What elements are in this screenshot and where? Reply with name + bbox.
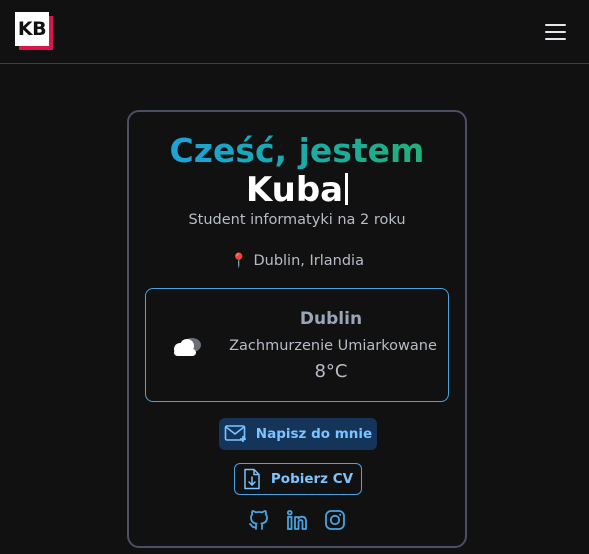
- subtitle: Student informatyki na 2 roku: [188, 212, 406, 228]
- hamburger-menu-icon[interactable]: [544, 22, 568, 42]
- instagram-icon[interactable]: [323, 508, 347, 532]
- name-heading: Kuba: [129, 170, 465, 210]
- cloud-icon: [174, 338, 201, 356]
- github-icon[interactable]: [247, 508, 271, 532]
- file-download-icon: [244, 468, 260, 490]
- name: Kuba: [245, 170, 344, 210]
- logo[interactable]: KB: [15, 12, 53, 50]
- location: 📍 Dublin, Irlandia: [129, 253, 465, 269]
- pin-icon: 📍: [230, 253, 248, 269]
- download-cv-button[interactable]: Pobierz CV: [234, 463, 362, 495]
- mail-plus-icon: [224, 425, 246, 442]
- weather-description: Zachmurzenie Umiarkowane: [229, 338, 437, 354]
- weather-temperature: 8°C: [314, 361, 348, 382]
- linkedin-icon[interactable]: [285, 508, 309, 532]
- greeting: Cześć, jestem: [129, 132, 465, 170]
- download-cv-label: Pobierz CV: [270, 471, 354, 487]
- typing-cursor: [345, 173, 349, 205]
- location-text: Dublin, Irlandia: [253, 253, 364, 269]
- contact-button-label: Napisz do mnie: [255, 426, 373, 442]
- navbar: KB: [0, 0, 589, 64]
- weather-widget: Dublin Zachmurzenie Umiarkowane 8°C: [145, 288, 449, 402]
- profile-card: Cześć, jestem Kuba Student informatyki n…: [127, 110, 467, 548]
- logo-text: KB: [15, 12, 49, 46]
- weather-city: Dublin: [299, 309, 363, 329]
- social-links: [129, 508, 465, 534]
- contact-button[interactable]: Napisz do mnie: [219, 418, 377, 450]
